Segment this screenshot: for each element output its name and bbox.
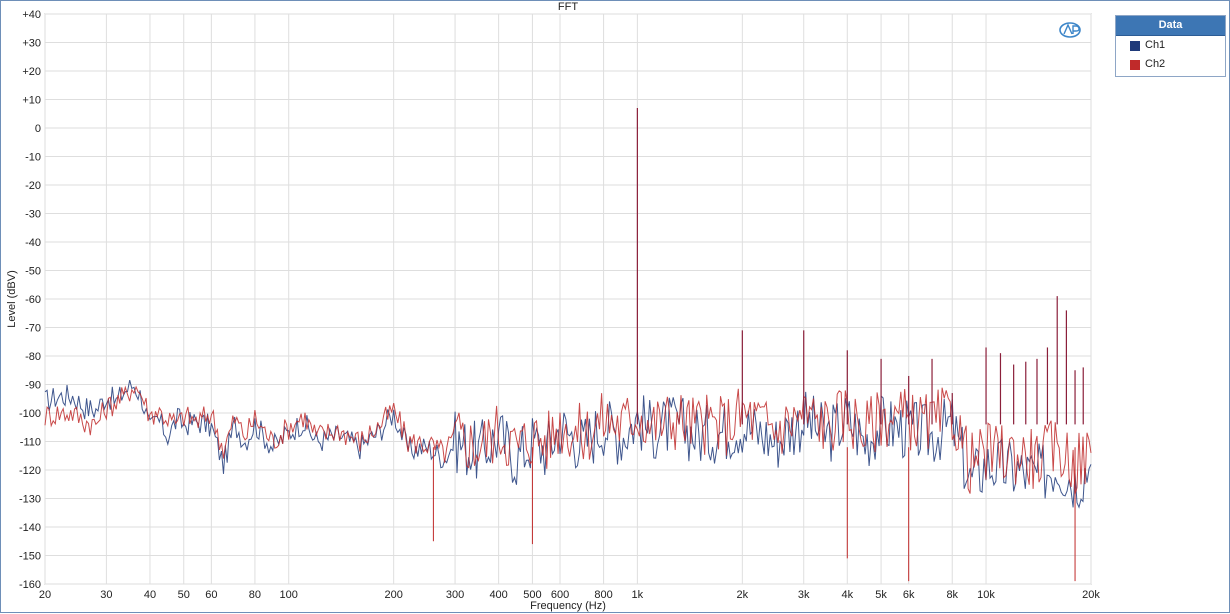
legend-item-ch2[interactable]: Ch2: [1116, 55, 1225, 74]
x-tick-label: 50: [178, 589, 190, 601]
y-tick-label: +40: [22, 9, 41, 21]
x-tick-label: 20: [39, 589, 51, 601]
x-tick-label: 8k: [946, 589, 958, 601]
y-tick-label: -120: [19, 465, 41, 477]
y-tick-label: -70: [25, 323, 41, 335]
x-tick-label: 5k: [875, 589, 887, 601]
legend-swatch-ch1: [1130, 40, 1140, 51]
x-tick-label: 200: [384, 589, 402, 601]
y-tick-label: -30: [25, 209, 41, 221]
legend-item-ch1[interactable]: Ch1: [1116, 36, 1225, 55]
y-tick-label: +10: [22, 95, 41, 107]
y-tick-label: -110: [20, 437, 41, 449]
y-tick-label: +20: [22, 66, 41, 78]
fft-plot: +40 +30 +20 +10 0 -10 -20 -30 -40 -50 -60 -70 -80 -90…: [6, 1, 1100, 612]
y-tick-label: -10: [25, 152, 41, 164]
x-tick-label: 400: [489, 589, 507, 601]
x-tick-label: 1k: [632, 589, 644, 601]
grid-lines: [44, 13, 1092, 585]
x-tick-label: 6k: [903, 589, 915, 601]
y-tick-label: -60: [25, 294, 41, 306]
y-tick-label: -160: [19, 579, 41, 591]
y-tick-label: -150: [19, 551, 41, 563]
y-tick-label: -40: [25, 237, 41, 249]
y-tick-label: -80: [25, 351, 41, 363]
legend-label-ch2: Ch2: [1145, 58, 1166, 70]
x-tick-label: 30: [100, 589, 112, 601]
y-tick-label: -20: [25, 180, 41, 192]
y-tick-label: -130: [19, 494, 41, 506]
y-tick-label: 0: [35, 123, 41, 135]
y-tick-label: +30: [22, 38, 41, 50]
legend-swatch-ch2: [1130, 59, 1140, 70]
legend-panel: Data Ch1 Ch2: [1115, 15, 1226, 77]
fft-chart-window: +40 +30 +20 +10 0 -10 -20 -30 -40 -50 -60 -70 -80 -90…: [0, 0, 1230, 613]
y-tick-label: -90: [25, 380, 41, 392]
x-tick-label: 3k: [798, 589, 810, 601]
x-tick-label: 40: [144, 589, 156, 601]
x-axis-label: Frequency (Hz): [530, 600, 606, 612]
x-tick-label: 2k: [737, 589, 749, 601]
x-tick-label: 100: [280, 589, 298, 601]
y-tick-label: -140: [19, 522, 41, 534]
x-tick-label: 20k: [1082, 589, 1100, 601]
x-tick-label: 60: [205, 589, 217, 601]
legend-label-ch1: Ch1: [1145, 39, 1166, 51]
x-tick-label: 10k: [977, 589, 995, 601]
y-tick-label: -100: [19, 408, 41, 420]
y-axis-label: Level (dBV): [6, 270, 18, 327]
chart-title: FFT: [558, 1, 578, 13]
y-tick-label: -50: [25, 266, 41, 278]
y-tick-labels: +40 +30 +20 +10 0 -10 -20 -30 -40 -50 -60 -70 -80 -90…: [19, 9, 41, 591]
x-tick-label: 4k: [841, 589, 853, 601]
x-tick-label: 300: [446, 589, 464, 601]
x-tick-label: 80: [249, 589, 261, 601]
legend-title: Data: [1116, 16, 1225, 36]
